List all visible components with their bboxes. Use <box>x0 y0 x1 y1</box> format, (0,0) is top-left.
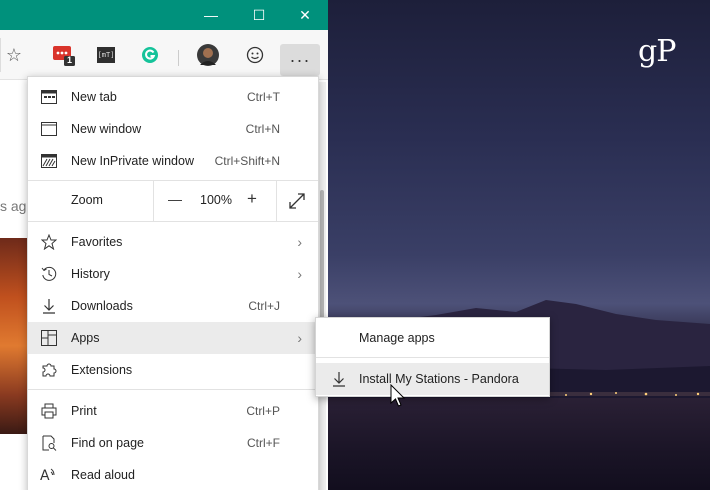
menu-item-extensions[interactable]: Extensions <box>28 354 318 386</box>
zoom-out-button[interactable]: — <box>168 191 182 207</box>
feedback-smiley-icon[interactable] <box>244 44 266 66</box>
browser-toolbar: ☆ 1 [mT] <box>0 30 328 80</box>
menu-shortcut: Ctrl+T <box>247 90 280 104</box>
submenu-item-install-pandora[interactable]: Install My Stations - Pandora <box>316 363 549 395</box>
menu-item-new-inprivate-window[interactable]: New InPrivate window Ctrl+Shift+N <box>28 145 318 177</box>
puzzle-piece-icon <box>40 361 58 379</box>
submenu-item-manage-apps[interactable]: Manage apps <box>316 322 549 354</box>
menu-label: Find on page <box>71 436 144 450</box>
menu-separator <box>28 389 318 390</box>
history-clock-icon <box>40 265 58 283</box>
menu-item-history[interactable]: History › <box>28 258 318 290</box>
menu-item-read-aloud[interactable]: A Read aloud <box>28 459 318 490</box>
submenu-separator <box>316 357 549 358</box>
menu-item-apps[interactable]: Apps › <box>28 322 318 354</box>
chevron-right-icon: › <box>297 234 302 250</box>
menu-shortcut: Ctrl+P <box>246 404 280 418</box>
new-window-icon <box>40 120 58 138</box>
menu-item-new-tab[interactable]: New tab Ctrl+T <box>28 81 318 113</box>
zoom-label: Zoom <box>71 193 103 207</box>
menu-label: New window <box>71 122 142 136</box>
watermark-logo: gP <box>638 34 676 69</box>
lake-reflection <box>326 398 710 490</box>
settings-and-more-button[interactable]: ··· <box>280 44 320 76</box>
menu-label: Read aloud <box>71 468 135 482</box>
menu-item-find-on-page[interactable]: Find on page Ctrl+F <box>28 427 318 459</box>
apps-grid-icon <box>40 329 58 347</box>
svg-text:A: A <box>40 468 50 483</box>
fullscreen-expand-icon[interactable] <box>288 192 306 215</box>
submenu-label: Manage apps <box>359 331 435 345</box>
menu-label: Print <box>71 404 97 418</box>
printer-icon <box>40 402 58 420</box>
chevron-right-icon: › <box>297 330 302 346</box>
mercury-reader-icon[interactable]: [mT] <box>96 44 116 66</box>
grammarly-icon[interactable] <box>140 44 160 66</box>
menu-shortcut: Ctrl+J <box>248 299 280 313</box>
mouse-cursor-icon <box>390 384 406 407</box>
settings-menu: New tab Ctrl+T New window Ctrl+N New InP… <box>27 76 319 490</box>
menu-separator <box>28 221 318 222</box>
submenu-label: Install My Stations - Pandora <box>359 372 519 386</box>
menu-shortcut: Ctrl+Shift+N <box>214 154 280 168</box>
menu-label: Downloads <box>71 299 133 313</box>
inprivate-icon <box>40 152 58 170</box>
new-tab-icon <box>40 88 58 106</box>
page-poster-image <box>0 238 28 434</box>
menu-label: History <box>71 267 110 281</box>
menu-label: Apps <box>71 331 100 345</box>
close-button[interactable]: ✕ <box>282 0 328 30</box>
chevron-right-icon: › <box>297 266 302 282</box>
profile-avatar-icon[interactable] <box>196 44 220 66</box>
star-icon <box>40 233 58 251</box>
read-aloud-icon: A <box>40 466 58 484</box>
maximize-button[interactable]: ☐ <box>236 0 282 30</box>
zoom-in-button[interactable]: + <box>247 189 257 209</box>
favorite-star-icon[interactable]: ☆ <box>4 44 24 66</box>
zoom-level-value: 100% <box>200 193 232 207</box>
menu-label: Favorites <box>71 235 123 249</box>
menu-shortcut: Ctrl+F <box>247 436 280 450</box>
download-icon <box>40 297 58 315</box>
menu-item-print[interactable]: Print Ctrl+P <box>28 395 318 427</box>
title-bar: — ☐ ✕ <box>0 0 328 30</box>
minimize-button[interactable]: — <box>188 0 234 30</box>
extension-badge-icon[interactable]: 1 <box>52 44 76 66</box>
menu-item-favorites[interactable]: Favorites › <box>28 226 318 258</box>
find-page-icon <box>40 434 58 452</box>
menu-label: New InPrivate window <box>71 154 194 168</box>
download-icon <box>330 370 348 388</box>
desktop-wallpaper <box>326 0 710 490</box>
zoom-row: Zoom — 100% + <box>28 181 318 221</box>
menu-item-new-window[interactable]: New window Ctrl+N <box>28 113 318 145</box>
menu-item-downloads[interactable]: Downloads Ctrl+J <box>28 290 318 322</box>
menu-label: Extensions <box>71 363 133 377</box>
badge-count: 1 <box>67 55 73 65</box>
apps-submenu: Manage apps Install My Stations - Pandor… <box>315 317 550 397</box>
menu-label: New tab <box>71 90 117 104</box>
menu-shortcut: Ctrl+N <box>245 122 280 136</box>
